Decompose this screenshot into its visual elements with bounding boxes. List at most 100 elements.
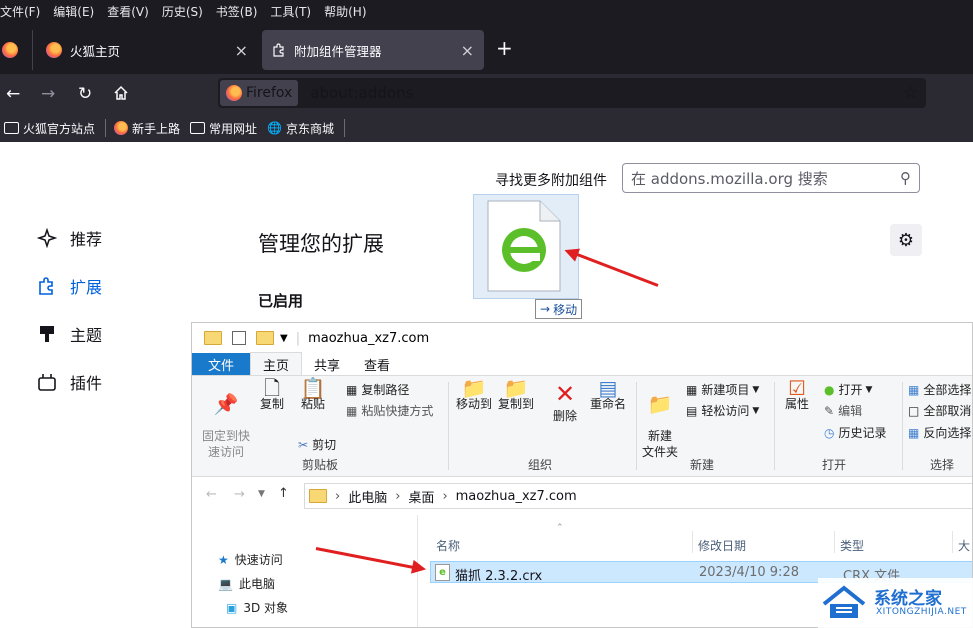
watermark: 系统之家 XITONGZHIJIA.NET: [818, 578, 973, 628]
paste-shortcut-button[interactable]: ▦ 粘贴快捷方式: [346, 402, 433, 419]
copy-to-button[interactable]: 📁 复制到: [496, 378, 536, 412]
gear-icon[interactable]: ⚙: [890, 224, 922, 256]
delete-button[interactable]: ✕ 删除: [548, 380, 582, 424]
address-bar[interactable]: › 此电脑 › 桌面 › maozhua_xz7.com: [304, 483, 972, 509]
properties-icon[interactable]: [232, 331, 246, 345]
menu-file[interactable]: 文件(F): [0, 3, 40, 20]
copy-path-button[interactable]: ▦ 复制路径: [346, 381, 409, 398]
button-label: 历史记录: [838, 426, 887, 440]
home-icon[interactable]: [113, 85, 129, 106]
sidebar-label: 主题: [70, 326, 103, 345]
paste-button[interactable]: 📋 粘贴: [296, 378, 330, 412]
open-button[interactable]: ● 打开 ▼: [824, 381, 872, 398]
tab-view[interactable]: 查看: [352, 353, 402, 375]
url-bar[interactable]: Firefox about:addons ☆: [218, 78, 926, 108]
breadcrumb-folder[interactable]: maozhua_xz7.com: [456, 489, 577, 504]
nav-3d-objects[interactable]: ▣ 3D 对象: [226, 599, 288, 616]
sidebar-item-themes[interactable]: 主题: [36, 322, 102, 346]
bookmark-item[interactable]: 🌐 京东商城: [267, 120, 334, 137]
puzzle-icon: [272, 43, 286, 57]
back-icon[interactable]: ←: [206, 487, 217, 502]
menu-tools[interactable]: 工具(T): [270, 3, 311, 20]
pin-quick-access-button[interactable]: 📌 固定到快 速访问: [200, 380, 252, 460]
menu-view[interactable]: 查看(V): [107, 3, 149, 20]
breadcrumb-desktop[interactable]: 桌面: [408, 487, 434, 506]
tab-share[interactable]: 共享: [302, 353, 352, 375]
forward-icon[interactable]: →: [234, 487, 245, 502]
new-tab-button[interactable]: +: [496, 36, 513, 60]
enabled-heading: 已启用: [258, 292, 304, 310]
bookmark-label: 京东商城: [286, 121, 335, 136]
history-icon: ◷: [824, 425, 835, 440]
column-header-name[interactable]: 名称: [436, 537, 460, 554]
button-label: 属性: [784, 397, 809, 411]
nav-quick-access[interactable]: ★ 快速访问: [218, 551, 283, 568]
nav-this-pc[interactable]: 💻 此电脑: [218, 575, 275, 592]
reload-icon[interactable]: ↻: [78, 84, 92, 104]
tab-addons[interactable]: 附加组件管理器 ×: [262, 30, 484, 70]
sidebar-item-recommended[interactable]: 推荐: [36, 226, 102, 250]
edit-button[interactable]: ✎ 编辑: [824, 402, 862, 419]
edit-icon: ✎: [824, 403, 835, 418]
sidebar-item-extensions[interactable]: 扩展: [36, 274, 102, 298]
column-header-date[interactable]: 修改日期: [698, 537, 746, 554]
group-label-clipboard: 剪贴板: [302, 458, 339, 472]
dropdown-icon: ▼: [752, 384, 760, 395]
properties-button[interactable]: ☑ 属性: [780, 378, 814, 412]
up-icon[interactable]: ↑: [278, 486, 289, 501]
button-label: 剪切: [312, 438, 337, 452]
nav-label: 快速访问: [234, 553, 283, 567]
move-to-button[interactable]: 📁 移动到: [454, 378, 494, 412]
scissors-icon: ✂: [298, 437, 309, 452]
nav-label: 此电脑: [238, 577, 275, 591]
dropdown-icon: ▼: [752, 405, 760, 416]
nav-label: 3D 对象: [243, 601, 289, 615]
breadcrumb-this-pc[interactable]: 此电脑: [348, 487, 387, 506]
dropdown-icon: ▼: [865, 384, 873, 395]
copy-path-icon: ▦: [346, 382, 358, 397]
sidebar-item-plugins[interactable]: 插件: [36, 370, 102, 394]
firefox-view-icon[interactable]: [2, 42, 18, 62]
menu-bookmarks[interactable]: 书签(B): [216, 3, 258, 20]
watermark-name: 系统之家: [874, 589, 942, 609]
invert-selection-button[interactable]: ▦ 反向选择: [908, 424, 971, 441]
history-button[interactable]: ◷ 历史记录: [824, 424, 887, 441]
arrow-right-icon: →: [540, 302, 551, 316]
menu-edit[interactable]: 编辑(E): [53, 3, 94, 20]
new-folder-icon: 📁: [647, 392, 673, 416]
bookmark-star-icon[interactable]: ☆: [903, 83, 918, 103]
column-header-size[interactable]: 大: [958, 537, 970, 554]
forward-icon[interactable]: →: [41, 84, 55, 104]
identity-box[interactable]: Firefox: [220, 80, 299, 106]
page-title: 管理您的扩展: [258, 232, 384, 256]
tab-home[interactable]: 主页: [250, 352, 303, 375]
url-text[interactable]: about:addons: [310, 84, 413, 102]
cut-button[interactable]: ✂ 剪切: [298, 436, 336, 453]
addons-search-input[interactable]: 在 addons.mozilla.org 搜索 ⚲: [622, 163, 920, 193]
select-all-button[interactable]: ▦ 全部选择: [908, 381, 971, 398]
rename-button[interactable]: ▤ 重命名: [588, 378, 628, 412]
ribbon: 📌 固定到快 速访问 🗋 复制 📋 粘贴 ▦ 复制路径 ▦ 粘贴快捷方式 ✂ 剪切 剪…: [192, 375, 972, 477]
select-all-icon: ▦: [908, 382, 920, 397]
select-none-icon: □: [908, 403, 920, 418]
close-tab-icon[interactable]: ×: [235, 41, 248, 60]
bookmark-item[interactable]: 常用网址: [190, 120, 257, 137]
copy-button[interactable]: 🗋 复制: [256, 378, 288, 412]
menu-history[interactable]: 历史(S): [162, 3, 203, 20]
tab-home[interactable]: 火狐主页 ×: [36, 30, 258, 70]
close-tab-icon[interactable]: ×: [461, 41, 474, 60]
easy-access-button[interactable]: ▤ 轻松访问 ▼: [686, 402, 759, 419]
new-item-button[interactable]: ▦ 新建项目 ▼: [686, 381, 759, 398]
column-header-type[interactable]: 类型: [840, 537, 864, 554]
qat-dropdown-icon[interactable]: ▼: [280, 333, 288, 344]
new-folder-icon[interactable]: [256, 331, 274, 345]
bookmark-item[interactable]: 新手上路: [114, 120, 180, 137]
address-row: ← → ▼ ↑ › 此电脑 › 桌面 › maozhua_xz7.com: [192, 477, 972, 515]
back-icon[interactable]: ←: [6, 84, 20, 104]
tab-file[interactable]: 文件: [192, 353, 250, 375]
menu-help[interactable]: 帮助(H): [324, 3, 366, 20]
bookmark-item[interactable]: 火狐官方站点: [4, 120, 95, 137]
recent-dropdown-icon[interactable]: ▼: [258, 489, 265, 499]
select-none-button[interactable]: □ 全部取消: [908, 402, 971, 419]
new-folder-button[interactable]: 📁 新建 文件夹: [640, 380, 680, 460]
